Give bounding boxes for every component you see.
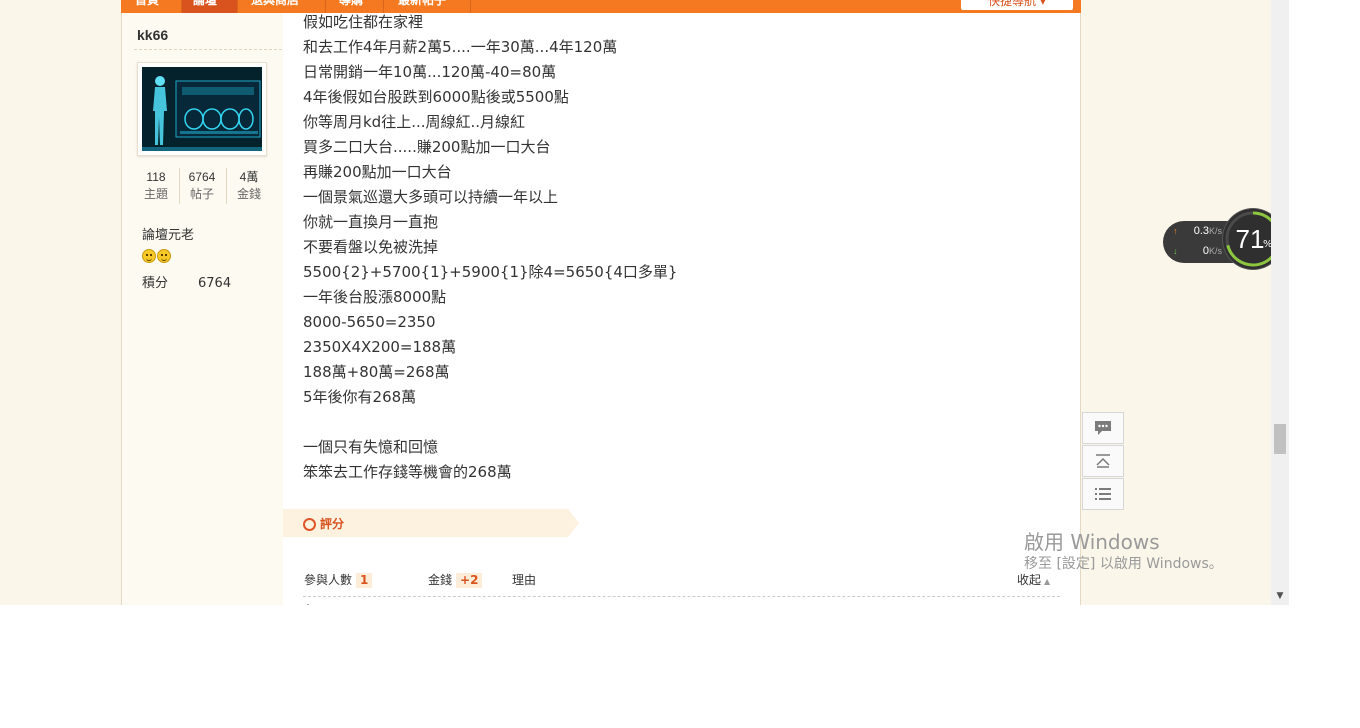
vertical-scrollbar[interactable]: ▼	[1271, 0, 1289, 605]
divider	[226, 168, 227, 204]
avatar[interactable]	[137, 62, 267, 156]
nav-item-home[interactable]: 首頁	[135, 0, 159, 13]
participants-label: 參與人數	[304, 573, 353, 587]
stat-label: 帖子	[189, 187, 214, 201]
post-line: 你等周月kd往上...周線紅..月線紅	[303, 113, 526, 131]
arrow-down-icon: ↓	[1173, 246, 1178, 256]
rating-participants-header: 參與人數 1	[304, 571, 373, 588]
user-info-column: kk66 118 主題 6764 帖子 4萬 金錢 論壇元老 積分 6764	[121, 13, 284, 605]
quick-nav-button[interactable]: 快捷導航 ▾	[961, 0, 1073, 10]
rating-row: +	[303, 601, 313, 605]
money-label: 金錢	[428, 573, 453, 587]
windows-activation-subtitle: 移至 [設定] 以啟用 Windows。	[1024, 556, 1223, 572]
upload-value: 0.3	[1193, 225, 1209, 237]
post-line: 4年後假如台股跌到6000點後或5500點	[303, 88, 569, 106]
stat-posts[interactable]: 6764 帖子	[182, 169, 222, 203]
nav-item-shop[interactable]: 退與商店	[251, 0, 299, 13]
back-to-top-icon	[1096, 454, 1110, 468]
rating-tab-label: 評分	[320, 517, 345, 531]
nav-item-forum[interactable]: 論壇	[193, 0, 217, 13]
post-line: 你就一直換月一直抱	[303, 213, 439, 231]
points-value: 6764	[198, 276, 232, 291]
rating-collapse-button[interactable]: 收起 ▲	[1017, 571, 1050, 588]
post-line: 8000-5650=2350	[303, 313, 436, 331]
post-line: 2350X4X200=188萬	[303, 338, 457, 356]
divider	[179, 168, 180, 204]
participants-count: 1	[356, 573, 373, 588]
stat-value: 6764	[188, 170, 216, 184]
windows-activation-title: 啟用 Windows	[1024, 530, 1160, 554]
post-line: 一年後台股漲8000點	[303, 288, 447, 306]
post-line	[303, 410, 677, 435]
rank-medals	[142, 248, 172, 267]
chevron-up-icon: ▲	[1044, 577, 1051, 586]
money-value: +2	[456, 573, 483, 588]
scrollbar-thumb[interactable]	[1274, 424, 1286, 454]
comment-icon	[1095, 421, 1111, 435]
speed-unit: K/s	[1209, 246, 1223, 256]
user-points: 積分 6764	[142, 272, 231, 291]
stat-topics[interactable]: 118 主題	[136, 169, 176, 203]
reply-button[interactable]	[1082, 412, 1124, 444]
side-toolbar	[1082, 412, 1124, 511]
divider	[134, 49, 282, 50]
post-line: 不要看盤以免被洗掉	[303, 238, 439, 256]
scroll-down-arrow-icon[interactable]: ▼	[1274, 590, 1286, 602]
speed-unit: K/s	[1209, 226, 1223, 236]
post-line: 一個景氣巡還大多頭可以持續一年以上	[303, 188, 559, 206]
post-line: 假如吃住都在家裡	[303, 13, 424, 31]
arrow-up-icon: ↑	[1173, 226, 1178, 236]
user-rank: 論壇元老	[142, 228, 195, 243]
post-line: 笨笨去工作存錢等機會的268萬	[303, 463, 512, 481]
divider	[303, 596, 1060, 597]
stat-value: 118	[146, 170, 166, 184]
post-line: 買多二口大台.....賺200點加一口大台	[303, 138, 551, 156]
points-label: 積分	[142, 276, 169, 291]
post-line: 5年後你有268萬	[303, 388, 417, 406]
post-line: 5500{2}+5700{1}+5900{1}除4=5650{4口多單}	[303, 263, 678, 281]
download-value: 0	[1202, 245, 1209, 257]
list-icon	[1095, 488, 1111, 500]
collapse-label: 收起	[1017, 573, 1042, 587]
nav-separator	[181, 0, 182, 13]
download-speed: ↓ 0K/s	[1173, 245, 1222, 257]
stat-money[interactable]: 4萬 金錢	[229, 169, 269, 203]
upload-speed: ↑ 0.3K/s	[1173, 225, 1222, 237]
post-line: 一個只有失憶和回憶	[303, 438, 439, 456]
stat-value: 4萬	[239, 170, 259, 184]
post-line: 日常開銷一年10萬...120萬-40=80萬	[303, 63, 557, 81]
username-link[interactable]: kk66	[137, 27, 168, 43]
rating-money-header: 金錢 +2	[428, 571, 483, 588]
post-body: 假如吃住都在家裡和去工作4年月薪2萬5....一年30萬...4年120萬 日常開…	[303, 10, 677, 485]
smiley-icon	[157, 249, 171, 263]
stat-label: 主題	[143, 187, 168, 201]
post-line: 再賺200點加一口大台	[303, 163, 452, 181]
smiley-icon	[142, 249, 156, 263]
avatar-image	[142, 67, 262, 151]
back-to-list-button[interactable]	[1082, 478, 1124, 510]
post-content-column: 假如吃住都在家裡和去工作4年月薪2萬5....一年30萬...4年120萬 日常開…	[283, 13, 1081, 605]
post-line: 188萬+80萬=268萬	[303, 363, 450, 381]
browser-viewport: 首頁 論壇 退與商店 導購 最新帖子 快捷導航 ▾ kk66 118 主題 67…	[0, 0, 1289, 605]
nav-separator	[237, 0, 238, 13]
stat-label: 金錢	[236, 187, 261, 201]
back-to-top-button[interactable]	[1082, 445, 1124, 477]
rating-reason-header: 理由	[512, 573, 537, 587]
circle-icon	[303, 518, 316, 531]
post-line: 和去工作4年月薪2萬5....一年30萬...4年120萬	[303, 38, 618, 56]
